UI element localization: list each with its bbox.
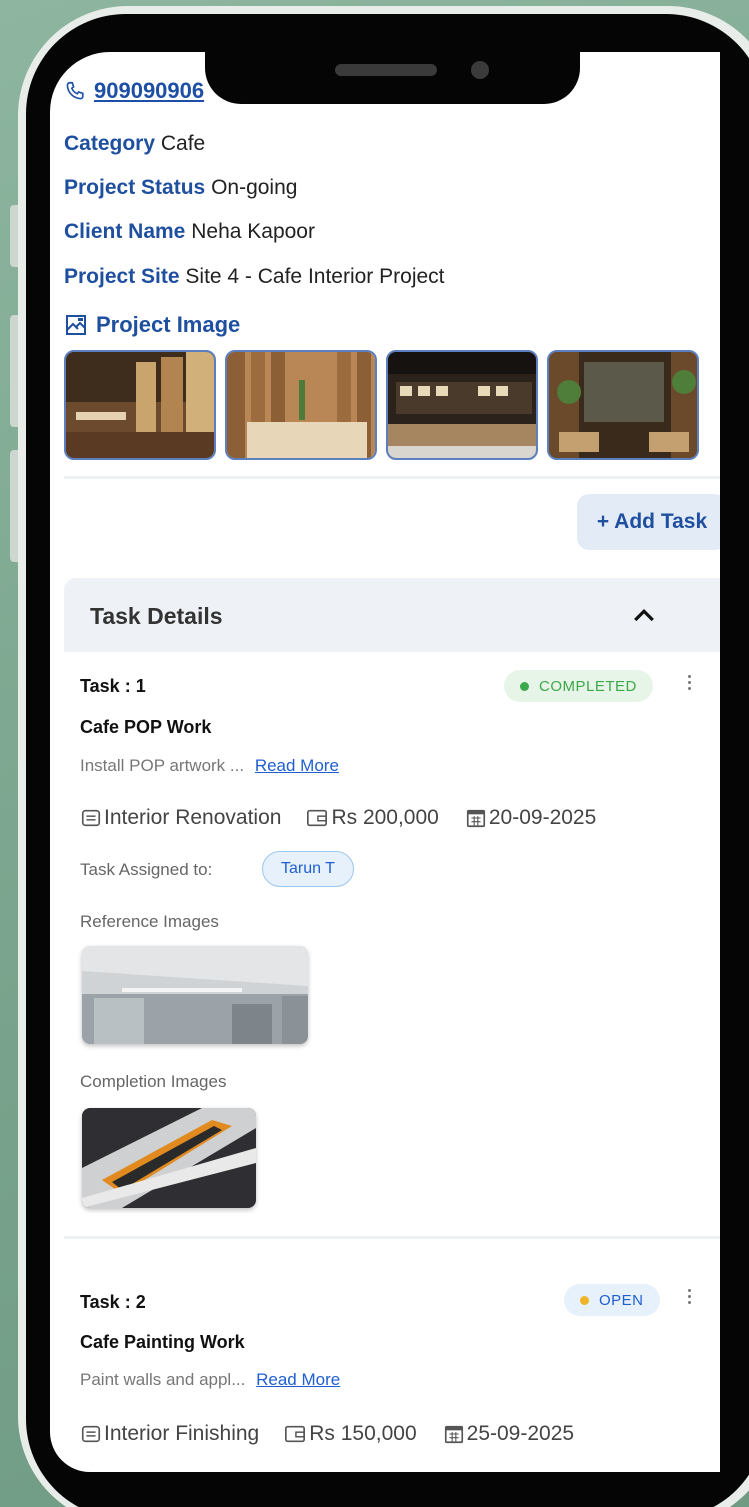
task-divider (64, 1236, 720, 1239)
reference-image[interactable] (82, 946, 308, 1044)
task-description-text: Paint walls and appl... (80, 1370, 246, 1389)
more-options-icon[interactable] (684, 1286, 694, 1310)
task-details-title: Task Details (90, 603, 223, 629)
status-dot (520, 681, 529, 691)
wallet-icon (285, 1425, 306, 1443)
task-details-header[interactable]: Task Details (64, 578, 720, 652)
task-date: 25-09-2025 (443, 1422, 574, 1446)
task-date: 20-09-2025 (465, 806, 596, 830)
category-icon (81, 809, 101, 827)
task-amount-text: Rs 200,000 (331, 806, 439, 829)
project-image-thumbnail[interactable] (386, 350, 538, 460)
assignee-chip[interactable]: Tarun T (262, 851, 354, 887)
project-image-label: Project Image (96, 312, 241, 337)
wallet-icon (307, 809, 328, 827)
cafe-photo-2 (227, 352, 375, 458)
project-image-thumbnail[interactable] (225, 350, 377, 460)
reference-photo (82, 946, 308, 1044)
chevron-up-icon[interactable] (629, 600, 659, 630)
status-badge: OPEN (564, 1284, 660, 1316)
project-site-row: Project Site Site 4 - Cafe Interior Proj… (64, 265, 445, 289)
category-label: Category (64, 132, 156, 155)
project-image-thumbnail[interactable] (547, 350, 699, 460)
reference-images-label: Reference Images (80, 912, 219, 931)
task-description: Paint walls and appl... Read More (80, 1370, 340, 1390)
cafe-photo-3 (388, 352, 536, 458)
task-description: Install POP artwork ... Read More (80, 756, 339, 776)
project-status-value: On-going (211, 176, 298, 199)
phone-number[interactable]: 909090906 (94, 78, 204, 104)
calendar-icon (444, 1425, 463, 1444)
project-site-value: Site 4 - Cafe Interior Project (185, 265, 445, 288)
task-amount-text: Rs 150,000 (309, 1422, 417, 1445)
client-name-label: Client Name (64, 220, 186, 243)
category-row: Category Cafe (64, 132, 205, 156)
project-image-heading: Project Image (64, 312, 240, 338)
calendar-icon (466, 809, 485, 828)
client-name-row: Client Name Neha Kapoor (64, 220, 315, 244)
project-image-gallery (64, 350, 699, 460)
project-image-thumbnail[interactable] (64, 350, 216, 460)
image-icon (66, 315, 86, 335)
completion-images-label: Completion Images (80, 1072, 227, 1091)
category-icon (81, 1425, 101, 1443)
task-category-text: Interior Renovation (104, 806, 282, 829)
task-number: Task : 1 (80, 676, 146, 696)
phone-icon (66, 81, 84, 100)
status-text: COMPLETED (539, 677, 637, 695)
app-screen: 909090906 Category Cafe Project Status O… (50, 52, 720, 1472)
task-name: Cafe POP Work (80, 717, 212, 737)
section-divider (64, 476, 720, 479)
status-dot (580, 1295, 589, 1305)
phone-notch (205, 14, 580, 104)
cafe-photo-1 (66, 352, 214, 458)
task-date-text: 25-09-2025 (466, 1422, 575, 1445)
project-status-label: Project Status (64, 176, 206, 199)
completion-image[interactable] (82, 1108, 256, 1208)
task-name: Cafe Painting Work (80, 1332, 245, 1352)
read-more-link[interactable]: Read More (255, 756, 339, 775)
task-category-text: Interior Finishing (104, 1422, 260, 1445)
more-options-icon[interactable] (684, 672, 694, 696)
front-camera (471, 61, 489, 79)
project-site-label: Project Site (64, 265, 180, 288)
client-name-value: Neha Kapoor (191, 220, 315, 243)
task-number: Task : 2 (80, 1292, 146, 1312)
task-description-text: Install POP artwork ... (80, 756, 245, 775)
cafe-photo-4 (549, 352, 697, 458)
task-meta: Interior Renovation Rs 200,000 20-09-202… (80, 806, 596, 830)
status-text: OPEN (599, 1291, 644, 1309)
add-task-button[interactable]: + Add Task (577, 494, 720, 550)
task-assigned-label: Task Assigned to: (80, 860, 213, 879)
status-badge: COMPLETED (504, 670, 653, 702)
task-amount: Rs 200,000 (305, 806, 439, 830)
speaker-grille (335, 64, 437, 76)
task-category: Interior Renovation (80, 806, 281, 830)
task-category: Interior Finishing (80, 1422, 259, 1446)
task-meta: Interior Finishing Rs 150,000 25-09-2025 (80, 1422, 574, 1446)
read-more-link[interactable]: Read More (256, 1370, 340, 1389)
completion-photo (82, 1108, 256, 1208)
task-date-text: 20-09-2025 (488, 806, 597, 829)
project-status-row: Project Status On-going (64, 176, 297, 200)
task-amount: Rs 150,000 (283, 1422, 417, 1446)
phone-link[interactable]: 909090906 (64, 78, 204, 104)
category-value: Cafe (160, 132, 206, 155)
